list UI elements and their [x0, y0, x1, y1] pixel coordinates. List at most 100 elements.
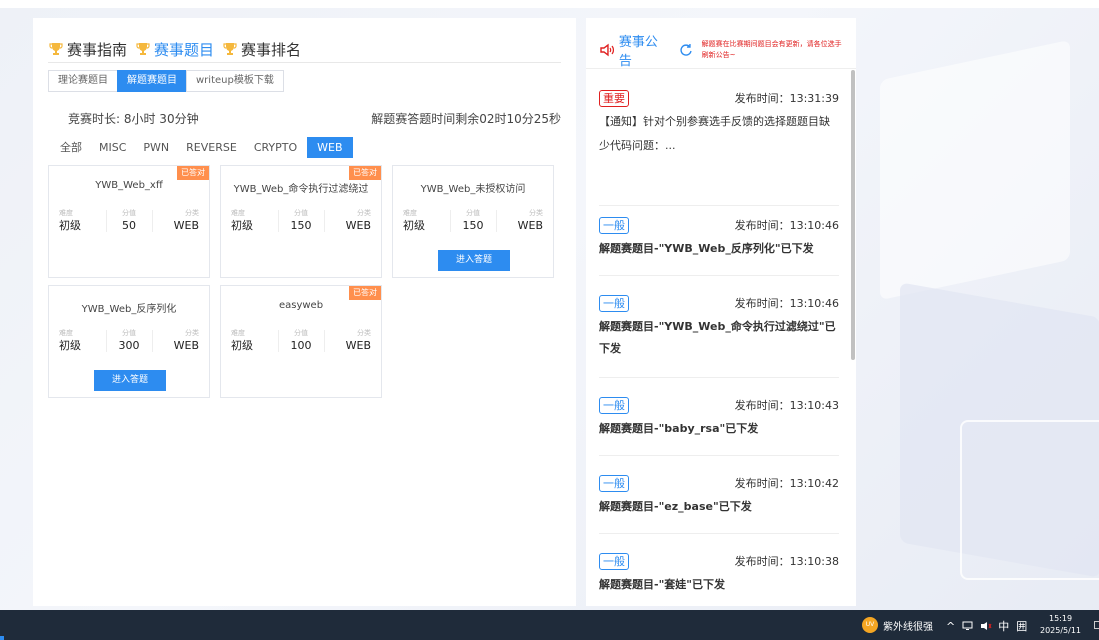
divider	[48, 62, 561, 63]
nav-item-guide[interactable]: 赛事指南	[48, 39, 127, 60]
difficulty-value: 初级	[231, 339, 253, 352]
tab-solving[interactable]: 解题赛题目	[117, 70, 187, 92]
challenge-title: easyweb	[278, 300, 324, 311]
category-pwn[interactable]: PWN	[136, 137, 176, 158]
main-nav: 赛事指南 赛事题目 赛事排名	[48, 36, 309, 62]
normal-badge: 一般	[599, 294, 629, 312]
announcement-item: 一般 发布时间：13:10:42 解题赛题目-"ez_base"已下发	[599, 474, 839, 534]
enter-challenge-button[interactable]: 进入答题	[94, 370, 166, 391]
score-label: 分值	[466, 209, 480, 217]
show-desktop-button[interactable]	[1094, 621, 1099, 629]
trophy-icon	[223, 43, 237, 55]
announcement-item: 一般 发布时间：13:10:38 解题赛题目-"套娃"已下发	[599, 552, 839, 606]
refresh-icon[interactable]	[679, 43, 693, 57]
taskbar-clock[interactable]: 15:19 2025/5/11	[1040, 613, 1081, 637]
solved-ribbon: 已答对	[177, 166, 209, 180]
challenge-card[interactable]: 已答对 YWB_Web_命令执行过滤绕过 难度 初级 分值 150 分类 WEB	[220, 165, 382, 278]
difficulty-value: 初级	[231, 219, 253, 232]
score-value: 50	[122, 219, 136, 232]
difficulty-label: 难度	[231, 329, 245, 337]
category-label: 分类	[357, 209, 372, 217]
announcement-body: 解题赛题目-"套娃"已下发	[599, 578, 726, 591]
announcement-time: 发布时间：13:10:46	[734, 219, 839, 232]
clock-date: 2025/5/11	[1040, 626, 1082, 635]
category-value: WEB	[517, 219, 544, 232]
challenge-panel: 赛事指南 赛事题目 赛事排名 理论赛题目 解题赛题目 writeup模板下载 竞…	[33, 18, 576, 606]
category-label: 分类	[529, 209, 544, 217]
taskbar-weather[interactable]: UV 紫外线很强	[862, 617, 933, 633]
top-bar	[0, 0, 1099, 8]
category-crypto[interactable]: CRYPTO	[247, 137, 304, 158]
difficulty-label: 难度	[59, 329, 73, 337]
volume-icon[interactable]	[980, 621, 992, 631]
nav-label: 赛事排名	[241, 40, 302, 59]
clock-time: 15:19	[1048, 614, 1073, 623]
ime-mode-icon[interactable]: 囲	[1016, 618, 1027, 634]
challenge-card[interactable]: YWB_Web_反序列化 难度初级 分值 300 分类 WEB 进入答题	[48, 285, 210, 398]
nav-label: 赛事题目	[154, 40, 215, 59]
announcement-header: 赛事公告 解题赛在比赛期间题目会有更新，请各位选手刷新公告~	[598, 32, 846, 69]
trophy-icon	[49, 43, 63, 55]
announcement-item: 一般 发布时间：13:10:46 解题赛题目-"YWB_Web_命令执行过滤绕过"…	[599, 294, 839, 378]
time-row: 竞赛时长: 8小时 30分钟 解题赛答题时间剩余02时10分25秒	[68, 110, 561, 127]
announcement-panel: 赛事公告 解题赛在比赛期间题目会有更新，请各位选手刷新公告~ 重要 发布时间：13…	[586, 18, 856, 606]
challenge-title: YWB_Web_反序列化	[81, 304, 177, 315]
solved-ribbon: 已答对	[349, 286, 381, 300]
tray-expand-icon[interactable]: ^	[946, 620, 955, 633]
category-value: WEB	[345, 339, 372, 352]
score-value: 100	[290, 339, 312, 352]
announcement-time: 发布时间：13:31:39	[734, 92, 839, 105]
scrollbar[interactable]	[851, 70, 855, 360]
category-filter: 全部 MISC PWN REVERSE CRYPTO WEB	[53, 135, 356, 159]
category-misc[interactable]: MISC	[92, 137, 133, 158]
score-label: 分值	[122, 329, 136, 337]
ime-indicator[interactable]: 中	[998, 618, 1009, 634]
uv-icon: UV	[862, 617, 878, 633]
category-value: WEB	[345, 219, 372, 232]
normal-badge: 一般	[599, 474, 629, 492]
enter-challenge-button[interactable]: 进入答题	[438, 250, 510, 271]
speaker-icon	[600, 43, 615, 57]
time-remaining: 解题赛答题时间剩余02时10分25秒	[371, 112, 561, 126]
announcement-body: 解题赛题目-"YWB_Web_命令执行过滤绕过"已下发	[599, 320, 836, 355]
background-shape	[880, 39, 1070, 301]
nav-label: 赛事指南	[67, 40, 128, 59]
system-tray: ^ 中 囲	[946, 618, 1034, 634]
score-value: 300	[118, 339, 140, 352]
category-value: WEB	[173, 219, 200, 232]
category-label: 分类	[185, 329, 200, 337]
score-label: 分值	[122, 209, 136, 217]
announcement-body: 解题赛题目-"ez_base"已下发	[599, 500, 752, 513]
category-label: 分类	[357, 329, 372, 337]
score-value: 150	[462, 219, 484, 232]
tab-theory[interactable]: 理论赛题目	[48, 70, 118, 92]
announcement-body: 解题赛题目-"baby_rsa"已下发	[599, 422, 759, 435]
nav-item-challenges[interactable]: 赛事题目	[135, 39, 214, 60]
challenge-card[interactable]: 已答对 easyweb 难度 初级 分值 100 分类 WEB	[220, 285, 382, 398]
category-web[interactable]: WEB	[307, 136, 353, 158]
challenge-card[interactable]: YWB_Web_未授权访问 难度 初级 分值 150 分类 WEB 进入答题	[392, 165, 554, 278]
category-all[interactable]: 全部	[53, 135, 89, 159]
tab-writeup-download[interactable]: writeup模板下载	[186, 70, 284, 92]
difficulty-value: 初级	[59, 339, 81, 352]
taskbar: UV 紫外线很强 ^ 中 囲 15:19 2025/5/11	[0, 610, 1099, 640]
nav-item-ranking[interactable]: 赛事排名	[222, 39, 301, 60]
announcement-body: 解题赛题目-"YWB_Web_反序列化"已下发	[599, 242, 814, 255]
category-value: WEB	[173, 339, 200, 352]
announcement-time: 发布时间：13:10:43	[734, 399, 839, 412]
challenge-title: YWB_Web_命令执行过滤绕过	[233, 184, 369, 195]
announcement-time: 发布时间：13:10:46	[734, 297, 839, 310]
network-icon[interactable]	[962, 621, 974, 631]
difficulty-value: 初级	[59, 219, 81, 232]
challenge-card[interactable]: 已答对 YWB_Web_xff 难度 初级 分值 50 分类 WEB	[48, 165, 210, 278]
challenge-title: YWB_Web_xff	[95, 180, 163, 191]
announcement-time: 发布时间：13:10:42	[734, 477, 839, 490]
normal-badge: 一般	[599, 552, 629, 570]
background-shape	[960, 420, 1099, 580]
announcement-item: 重要 发布时间：13:31:39 【通知】针对个别参赛选手反馈的选择题题目缺少代码…	[599, 89, 839, 206]
solved-ribbon: 已答对	[349, 166, 381, 180]
announcement-note: 解题赛在比赛期间题目会有更新，请各位选手刷新公告~	[701, 40, 842, 59]
taskbar-weather-label: 紫外线很强	[883, 621, 933, 633]
category-reverse[interactable]: REVERSE	[179, 137, 244, 158]
divider	[586, 68, 856, 69]
